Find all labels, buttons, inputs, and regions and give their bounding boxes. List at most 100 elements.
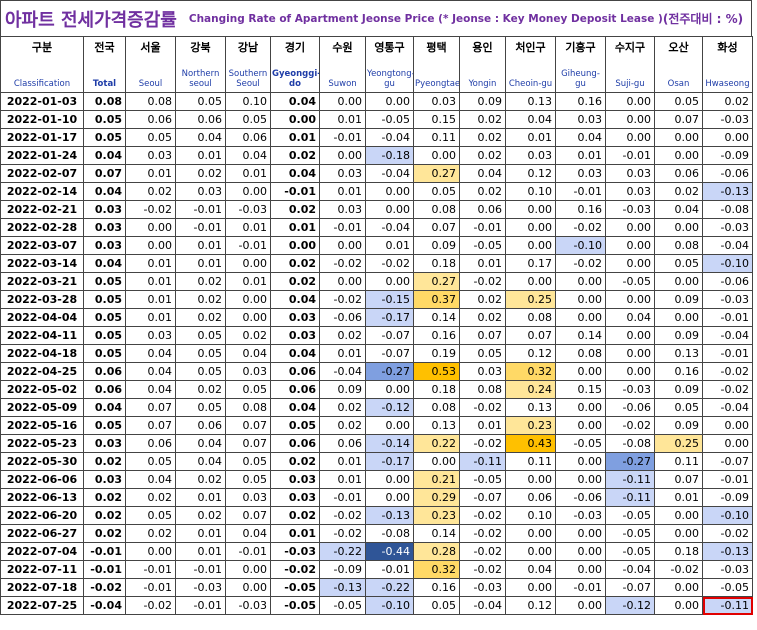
- table-cell: -0.04: [605, 560, 655, 579]
- table-cell: -0.01: [225, 236, 271, 255]
- table-cell: -0.17: [365, 308, 414, 327]
- table-cell: 0.05: [175, 398, 226, 417]
- table-cell: 0.12: [505, 164, 556, 183]
- table-cell: -0.04: [702, 236, 753, 255]
- table-cell: 0.01: [459, 416, 506, 435]
- table-cell: -0.02: [125, 200, 176, 219]
- table-cell: 0.04: [225, 524, 271, 543]
- row-date: 2022-02-21: [0, 200, 84, 219]
- table-cell: 0.00: [505, 542, 556, 561]
- table-cell: 0.43: [505, 434, 556, 453]
- table-row: 2022-03-21 0.05 0.01 0.02 0.01 0.02 0.00 0.00 0.…: [0, 272, 753, 291]
- table-cell: 0.12: [505, 596, 556, 615]
- table-cell: 0.04: [605, 308, 655, 327]
- table-cell: -0.05: [555, 434, 606, 453]
- table-cell: 0.06: [319, 434, 366, 453]
- table-cell: 0.00: [125, 542, 176, 561]
- table-cell: -0.03: [702, 290, 753, 309]
- table-cell: -0.04: [702, 398, 753, 417]
- table-cell: 0.15: [413, 110, 460, 129]
- table-cell: 0.01: [319, 182, 366, 201]
- table-cell: 0.06: [83, 362, 126, 381]
- table-cell: 0.00: [365, 92, 414, 111]
- title-english-main: Changing Rate of Apartment Jeonse Price: [188, 12, 435, 25]
- table-cell: 0.02: [125, 182, 176, 201]
- row-date: 2022-07-25: [0, 596, 84, 615]
- row-date: 2022-05-30: [0, 452, 84, 471]
- table-cell: 0.00: [413, 452, 460, 471]
- table-cell: 0.00: [505, 272, 556, 291]
- table-cell: 0.05: [270, 416, 320, 435]
- row-date: 2022-05-23: [0, 434, 84, 453]
- table-cell: -0.01: [175, 596, 226, 615]
- table-cell: 0.00: [605, 236, 655, 255]
- table-cell: 0.04: [270, 92, 320, 111]
- column-header-ko: 수지구: [605, 36, 655, 64]
- column-header-ko: 처인구: [505, 36, 556, 64]
- table-cell: -0.03: [605, 380, 655, 399]
- table-cell: -0.13: [365, 506, 414, 525]
- table-cell: 0.01: [175, 524, 226, 543]
- table-cell: -0.01: [175, 560, 226, 579]
- row-date: 2022-05-09: [0, 398, 84, 417]
- table-cell: 0.00: [270, 110, 320, 129]
- table-row: 2022-07-11 -0.01 -0.01 -0.01 0.00 -0.02 -0.09-…: [0, 560, 753, 579]
- row-date: 2022-05-16: [0, 416, 84, 435]
- table-cell: 0.00: [225, 308, 271, 327]
- table-cell: 0.11: [654, 452, 703, 471]
- table-cell: 0.03: [459, 362, 506, 381]
- table-cell: 0.02: [125, 524, 176, 543]
- table-cell: 0.13: [413, 416, 460, 435]
- table-cell: 0.06: [225, 128, 271, 147]
- table-cell: 0.00: [605, 92, 655, 111]
- column-header-ko: 화성: [702, 36, 753, 64]
- table-cell: -0.17: [365, 452, 414, 471]
- table-row: 2022-02-07 0.07 0.01 0.02 0.01 0.04 0.03 -0.04 0…: [0, 164, 753, 183]
- table-cell: 0.01: [270, 128, 320, 147]
- row-date: 2022-07-04: [0, 542, 84, 561]
- table-cell: 0.02: [270, 272, 320, 291]
- table-cell: 0.17: [505, 254, 556, 273]
- table-cell: -0.06: [702, 164, 753, 183]
- table-cell: 0.05: [83, 290, 126, 309]
- table-cell: -0.09: [319, 560, 366, 579]
- table-cell: 0.05: [175, 344, 226, 363]
- table-cell: 0.04: [270, 344, 320, 363]
- table-cell: 0.00: [555, 524, 606, 543]
- table-row: 2022-05-23 0.03 0.06 0.04 0.07 0.06 0.06 -0.14 0…: [0, 434, 753, 453]
- table-cell: 0.03: [319, 200, 366, 219]
- column-header-en: Yeongtong-gu: [365, 63, 414, 93]
- table-cell: 0.08: [225, 398, 271, 417]
- table-cell: -0.05: [270, 596, 320, 615]
- table-cell: 0.01: [319, 470, 366, 489]
- table-cell: -0.02: [702, 524, 753, 543]
- table-cell: -0.02: [459, 560, 506, 579]
- table-cell: 0.00: [605, 290, 655, 309]
- table-cell: -0.09: [702, 146, 753, 165]
- table-cell: 0.00: [319, 92, 366, 111]
- table-cell: 0.01: [459, 254, 506, 273]
- table-cell: 0.05: [83, 308, 126, 327]
- table-cell: 0.03: [225, 488, 271, 507]
- table-cell: 0.25: [505, 290, 556, 309]
- table-cell: 0.32: [413, 560, 460, 579]
- table-cell: 0.04: [175, 434, 226, 453]
- row-date: 2022-06-13: [0, 488, 84, 507]
- table-cell: -0.44: [365, 542, 414, 561]
- table-cell: 0.05: [83, 272, 126, 291]
- table-row: 2022-05-30 0.02 0.05 0.04 0.05 0.02 0.01 -0.17 0…: [0, 452, 753, 471]
- table-cell: 0.00: [605, 326, 655, 345]
- column-header-ko: 영통구: [365, 36, 414, 64]
- table-cell: 0.03: [555, 110, 606, 129]
- table-cell: 0.02: [270, 254, 320, 273]
- table-cell: -0.01: [125, 578, 176, 597]
- table-cell: 0.02: [459, 146, 506, 165]
- table-cell: -0.01: [702, 470, 753, 489]
- table-cell: 0.01: [125, 164, 176, 183]
- table-cell: 0.10: [505, 182, 556, 201]
- table-cell: -0.03: [702, 218, 753, 237]
- table-row: 2022-06-20 0.02 0.05 0.02 0.07 0.02 -0.02 -0.13…: [0, 506, 753, 525]
- table-cell: 0.04: [83, 398, 126, 417]
- table-cell: 0.02: [175, 290, 226, 309]
- table-cell: 0.08: [83, 92, 126, 111]
